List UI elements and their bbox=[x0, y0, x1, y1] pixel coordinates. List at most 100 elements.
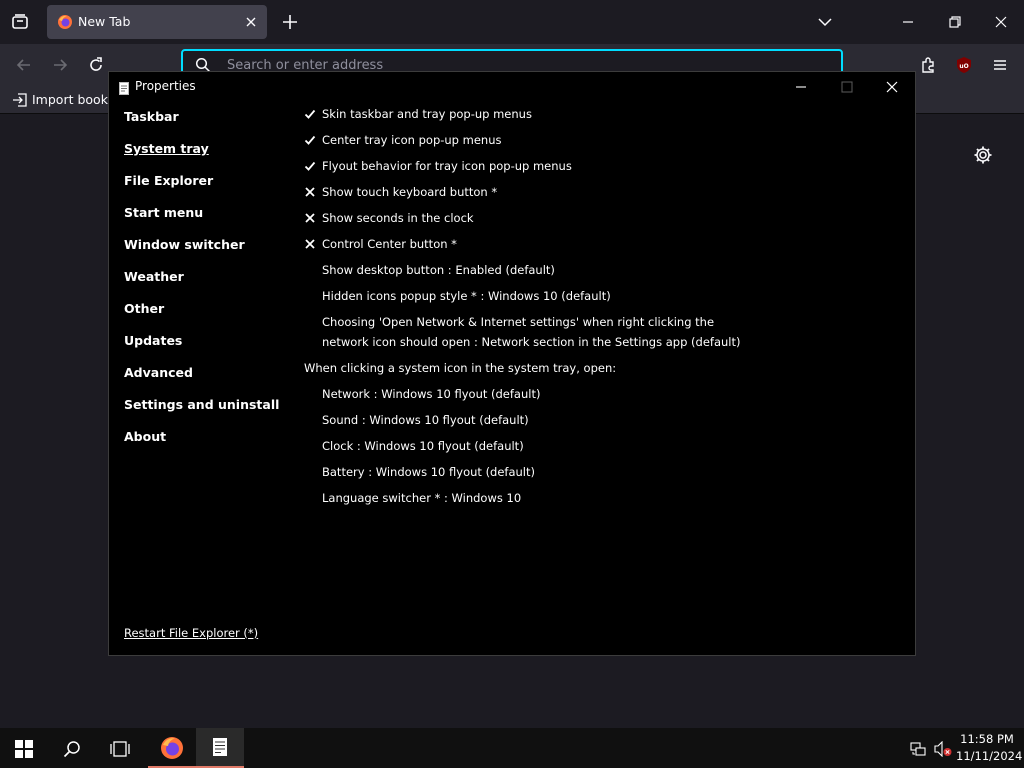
taskbar-firefox[interactable] bbox=[148, 728, 196, 768]
checkmark-icon bbox=[304, 159, 316, 173]
sidebar-item-other[interactable]: Other bbox=[124, 300, 294, 332]
volume-muted-icon[interactable] bbox=[934, 740, 952, 758]
setting-label: When clicking a system icon in the syste… bbox=[304, 358, 616, 378]
setting-label-line: Show desktop button : Enabled (default) bbox=[322, 263, 555, 277]
close-tab-icon[interactable] bbox=[243, 14, 259, 30]
setting-label: Show touch keyboard button * bbox=[322, 182, 497, 202]
setting-row[interactable]: Network : Windows 10 flyout (default) bbox=[304, 384, 904, 410]
checkmark-icon bbox=[304, 107, 316, 121]
network-icon[interactable] bbox=[910, 741, 926, 757]
restore-icon[interactable] bbox=[947, 14, 963, 30]
setting-label-line: Clock : Windows 10 flyout (default) bbox=[322, 439, 524, 453]
setting-label: Flyout behavior for tray icon pop-up men… bbox=[322, 156, 572, 176]
setting-label-line: Choosing 'Open Network & Internet settin… bbox=[322, 315, 715, 329]
sidebar-item-weather[interactable]: Weather bbox=[124, 268, 294, 300]
sidebar-item-updates[interactable]: Updates bbox=[124, 332, 294, 364]
new-tab-icon[interactable] bbox=[280, 12, 300, 32]
minimize-icon[interactable] bbox=[794, 79, 808, 93]
restart-file-explorer-link[interactable]: Restart File Explorer (*) bbox=[124, 626, 258, 640]
task-view-icon[interactable] bbox=[110, 740, 130, 758]
setting-label: Sound : Windows 10 flyout (default) bbox=[322, 410, 529, 430]
setting-row[interactable]: Clock : Windows 10 flyout (default) bbox=[304, 436, 904, 462]
clock[interactable]: 11:58 PM 11/11/2024 bbox=[956, 731, 1023, 765]
setting-label: Language switcher * : Windows 10 bbox=[322, 488, 521, 508]
close-icon[interactable] bbox=[885, 79, 899, 93]
setting-label: Battery : Windows 10 flyout (default) bbox=[322, 462, 535, 482]
sidebar-item-start-menu[interactable]: Start menu bbox=[124, 204, 294, 236]
minimize-icon[interactable] bbox=[900, 14, 916, 30]
tab-title: New Tab bbox=[78, 14, 131, 29]
setting-row[interactable]: Skin taskbar and tray pop-up menus bbox=[304, 104, 904, 130]
sidebar-item-system-tray[interactable]: System tray bbox=[124, 140, 294, 172]
properties-dialog: Properties Taskbar System tray File Explor… bbox=[108, 71, 916, 656]
setting-label: Choosing 'Open Network & Internet settin… bbox=[322, 312, 740, 352]
setting-label-line: Skin taskbar and tray pop-up menus bbox=[322, 107, 532, 121]
document-icon bbox=[213, 738, 227, 756]
forward-icon[interactable] bbox=[51, 56, 69, 74]
setting-label-line: When clicking a system icon in the syste… bbox=[304, 361, 617, 375]
back-icon[interactable] bbox=[15, 56, 33, 74]
extensions-icon[interactable] bbox=[920, 56, 938, 74]
sidebar-item-taskbar[interactable]: Taskbar bbox=[124, 108, 294, 140]
ublock-origin-icon[interactable]: uO bbox=[955, 56, 973, 74]
sidebar-item-advanced[interactable]: Advanced bbox=[124, 364, 294, 396]
setting-row[interactable]: Control Center button * bbox=[304, 234, 904, 260]
setting-row[interactable]: Show touch keyboard button * bbox=[304, 182, 904, 208]
setting-label-line: Flyout behavior for tray icon pop-up men… bbox=[322, 159, 572, 173]
setting-label: Control Center button * bbox=[322, 234, 457, 254]
settings-sidebar: Taskbar System tray File Explorer Start men… bbox=[124, 108, 294, 460]
sidebar-item-window-switcher[interactable]: Window switcher bbox=[124, 236, 294, 268]
setting-label-line: Hidden icons popup style * : Windows 10 … bbox=[322, 289, 611, 303]
reload-icon[interactable] bbox=[87, 56, 105, 74]
setting-label: Center tray icon pop-up menus bbox=[322, 130, 501, 150]
tab-new-tab[interactable]: New Tab bbox=[47, 5, 267, 39]
setting-label: Clock : Windows 10 flyout (default) bbox=[322, 436, 524, 456]
setting-label: Show desktop button : Enabled (default) bbox=[322, 260, 555, 280]
setting-label-line: network icon should open : Network secti… bbox=[322, 335, 741, 349]
sidebar-item-settings-and-uninstall[interactable]: Settings and uninstall bbox=[124, 396, 294, 428]
taskbar-properties-window[interactable] bbox=[196, 728, 244, 768]
setting-row[interactable]: Battery : Windows 10 flyout (default) bbox=[304, 462, 904, 488]
firefox-icon bbox=[57, 14, 73, 30]
system-tray-settings: Skin taskbar and tray pop-up menus Center… bbox=[304, 104, 904, 514]
svg-text:uO: uO bbox=[959, 63, 968, 70]
checkmark-icon bbox=[304, 133, 316, 147]
setting-label-line: Sound : Windows 10 flyout (default) bbox=[322, 413, 529, 427]
maximize-icon[interactable] bbox=[840, 79, 854, 93]
chevron-down-icon[interactable] bbox=[817, 14, 833, 30]
import-icon bbox=[12, 92, 28, 108]
setting-label-line: Show touch keyboard button * bbox=[322, 185, 498, 199]
clock-date: 11/11/2024 bbox=[956, 749, 1023, 763]
setting-row[interactable]: Show seconds in the clock bbox=[304, 208, 904, 234]
setting-label: Skin taskbar and tray pop-up menus bbox=[322, 104, 532, 124]
setting-label-line: Language switcher * : Windows 10 bbox=[322, 491, 522, 505]
cross-icon bbox=[304, 185, 316, 199]
setting-row[interactable]: Center tray icon pop-up menus bbox=[304, 130, 904, 156]
close-window-icon[interactable] bbox=[993, 14, 1009, 30]
clock-time: 11:58 PM bbox=[960, 732, 1014, 746]
setting-label-line: Battery : Windows 10 flyout (default) bbox=[322, 465, 536, 479]
setting-label: Network : Windows 10 flyout (default) bbox=[322, 384, 540, 404]
sidebar-item-file-explorer[interactable]: File Explorer bbox=[124, 172, 294, 204]
import-bookmarks-link[interactable]: Import bookm bbox=[32, 92, 120, 107]
taskbar: 11:58 PM 11/11/2024 bbox=[0, 728, 1024, 768]
setting-row[interactable]: Sound : Windows 10 flyout (default) bbox=[304, 410, 904, 436]
setting-row[interactable]: Flyout behavior for tray icon pop-up men… bbox=[304, 156, 904, 182]
tab-list-icon[interactable] bbox=[8, 10, 32, 34]
setting-row[interactable]: Show desktop button : Enabled (default) bbox=[304, 260, 904, 286]
tab-strip: New Tab bbox=[0, 0, 1024, 44]
search-icon[interactable] bbox=[63, 740, 81, 758]
dialog-title: Properties bbox=[135, 79, 196, 93]
dialog-title-bar[interactable]: Properties bbox=[109, 72, 915, 100]
hamburger-menu-icon[interactable] bbox=[991, 56, 1009, 74]
sidebar-item-about[interactable]: About bbox=[124, 428, 294, 460]
cross-icon bbox=[304, 237, 316, 251]
gear-icon[interactable] bbox=[973, 145, 993, 165]
setting-row[interactable]: Choosing 'Open Network & Internet settin… bbox=[304, 312, 904, 358]
setting-row[interactable]: Language switcher * : Windows 10 bbox=[304, 488, 904, 514]
section-header: When clicking a system icon in the syste… bbox=[304, 358, 904, 384]
setting-label: Show seconds in the clock bbox=[322, 208, 474, 228]
document-icon bbox=[119, 80, 129, 95]
windows-start-icon[interactable] bbox=[15, 740, 33, 758]
setting-row[interactable]: Hidden icons popup style * : Windows 10 … bbox=[304, 286, 904, 312]
